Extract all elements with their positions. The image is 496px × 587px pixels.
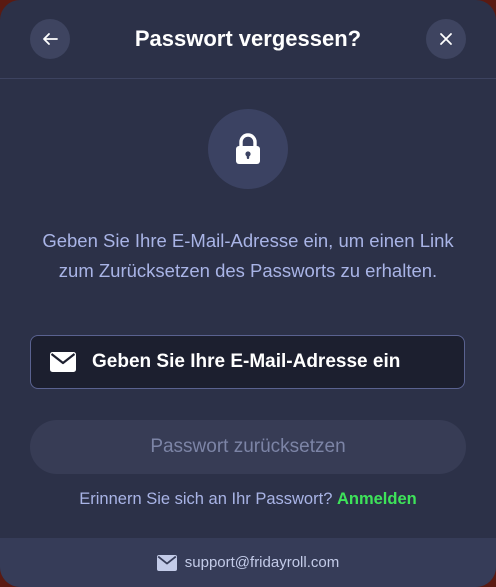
email-input[interactable] bbox=[92, 351, 464, 373]
arrow-left-icon bbox=[43, 33, 58, 45]
forgot-password-dialog: Passwort vergessen? Geben Sie Ihre E-Mai… bbox=[0, 0, 496, 587]
back-button[interactable] bbox=[30, 19, 70, 59]
remember-text: Erinnern Sie sich an Ihr Passwort? bbox=[79, 490, 333, 508]
remember-password-row: Erinnern Sie sich an Ihr Passwort? Anmel… bbox=[0, 487, 496, 511]
dialog-title: Passwort vergessen? bbox=[134, 26, 362, 51]
instructions-text: Geben Sie Ihre E-Mail-Adresse ein, um ei… bbox=[42, 230, 454, 281]
reset-password-button[interactable]: Passwort zurücksetzen bbox=[30, 420, 466, 474]
dialog-header: Passwort vergessen? bbox=[0, 0, 496, 79]
email-field[interactable] bbox=[30, 335, 465, 389]
lock-icon bbox=[236, 133, 260, 164]
close-button[interactable] bbox=[426, 19, 466, 59]
close-icon bbox=[440, 33, 452, 45]
lock-badge bbox=[208, 109, 288, 189]
support-email-link[interactable]: support@fridayroll.com bbox=[185, 554, 339, 571]
login-link[interactable]: Anmelden bbox=[337, 490, 417, 508]
mail-icon bbox=[156, 554, 177, 571]
mail-icon bbox=[50, 352, 76, 372]
support-footer: support@fridayroll.com bbox=[0, 538, 496, 587]
